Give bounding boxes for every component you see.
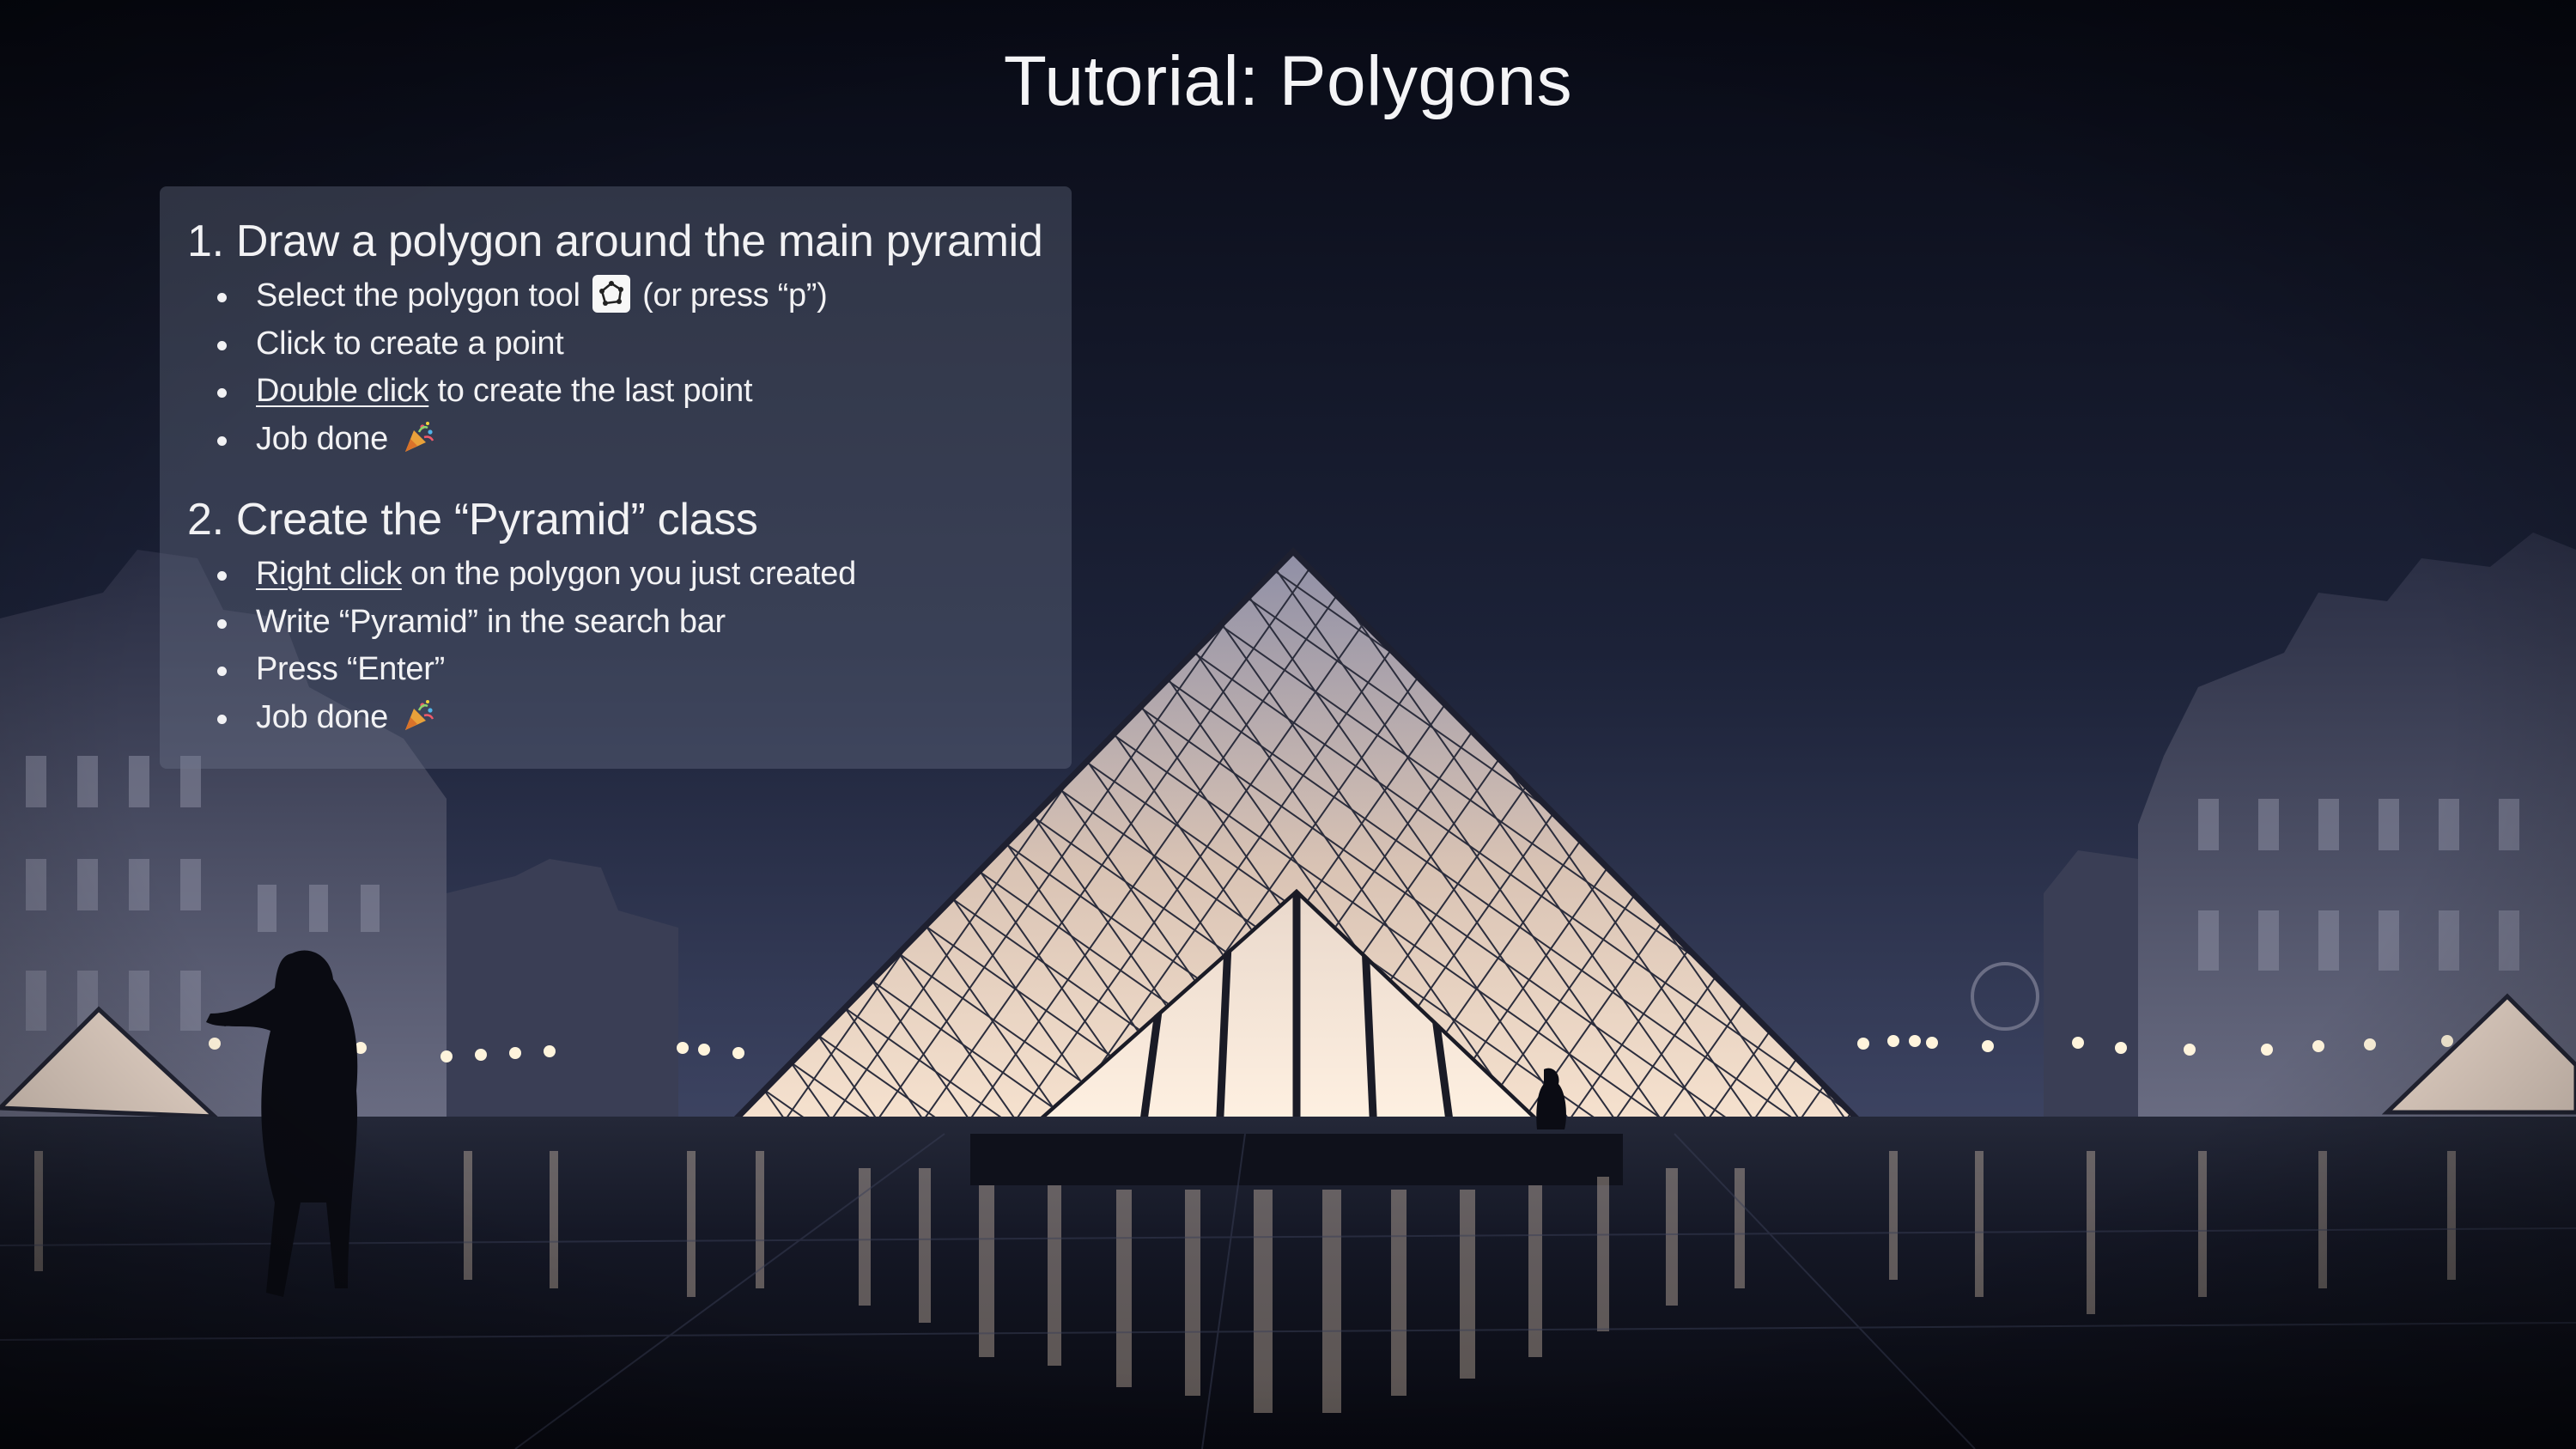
step-1: 1. Draw a polygon around the main pyrami… xyxy=(187,216,1072,468)
write-pyramid-text: Write “Pyramid” in the search bar xyxy=(256,603,726,640)
list-item: Select the polygon tool (or press “p”) xyxy=(187,272,1072,320)
job-done-text: Job done xyxy=(256,420,388,457)
tutorial-panel: 1. Draw a polygon around the main pyrami… xyxy=(160,186,1072,769)
step-2-heading: 2. Create the “Pyramid” class xyxy=(187,495,758,545)
step-2: 2. Create the “Pyramid” class Right clic… xyxy=(187,494,1072,746)
right-click-rest-text: on the polygon you just created xyxy=(401,556,856,592)
press-enter-text: Press “Enter” xyxy=(256,651,445,687)
right-click-link[interactable]: Right click xyxy=(256,556,402,592)
list-item: Job done xyxy=(187,416,1072,469)
list-item: Double click to create the last point xyxy=(187,368,1072,416)
list-item: Write “Pyramid” in the search bar xyxy=(187,599,1072,647)
list-item: Job done xyxy=(187,694,1072,747)
list-item: Right click on the polygon you just crea… xyxy=(187,551,1072,599)
step-2-list: Right click on the polygon you just crea… xyxy=(187,551,1072,746)
page-title: Tutorial: Polygons xyxy=(1003,42,1573,120)
list-item: Click to create a point xyxy=(187,320,1072,368)
step-1-heading: 1. Draw a polygon around the main pyrami… xyxy=(187,216,1043,266)
party-popper-icon xyxy=(402,420,436,469)
click-point-text: Click to create a point xyxy=(256,325,564,362)
job-done-text: Job done xyxy=(256,698,388,735)
polygon-tool-icon[interactable] xyxy=(592,275,630,313)
party-popper-icon xyxy=(402,698,436,747)
double-click-link[interactable]: Double click xyxy=(256,373,429,409)
double-click-rest-text: to create the last point xyxy=(428,373,753,409)
list-item: Press “Enter” xyxy=(187,646,1072,694)
step-1-list: Select the polygon tool (or press “p”) C… xyxy=(187,272,1072,468)
press-p-hint: (or press “p”) xyxy=(642,277,828,314)
select-tool-text: Select the polygon tool xyxy=(256,277,580,314)
